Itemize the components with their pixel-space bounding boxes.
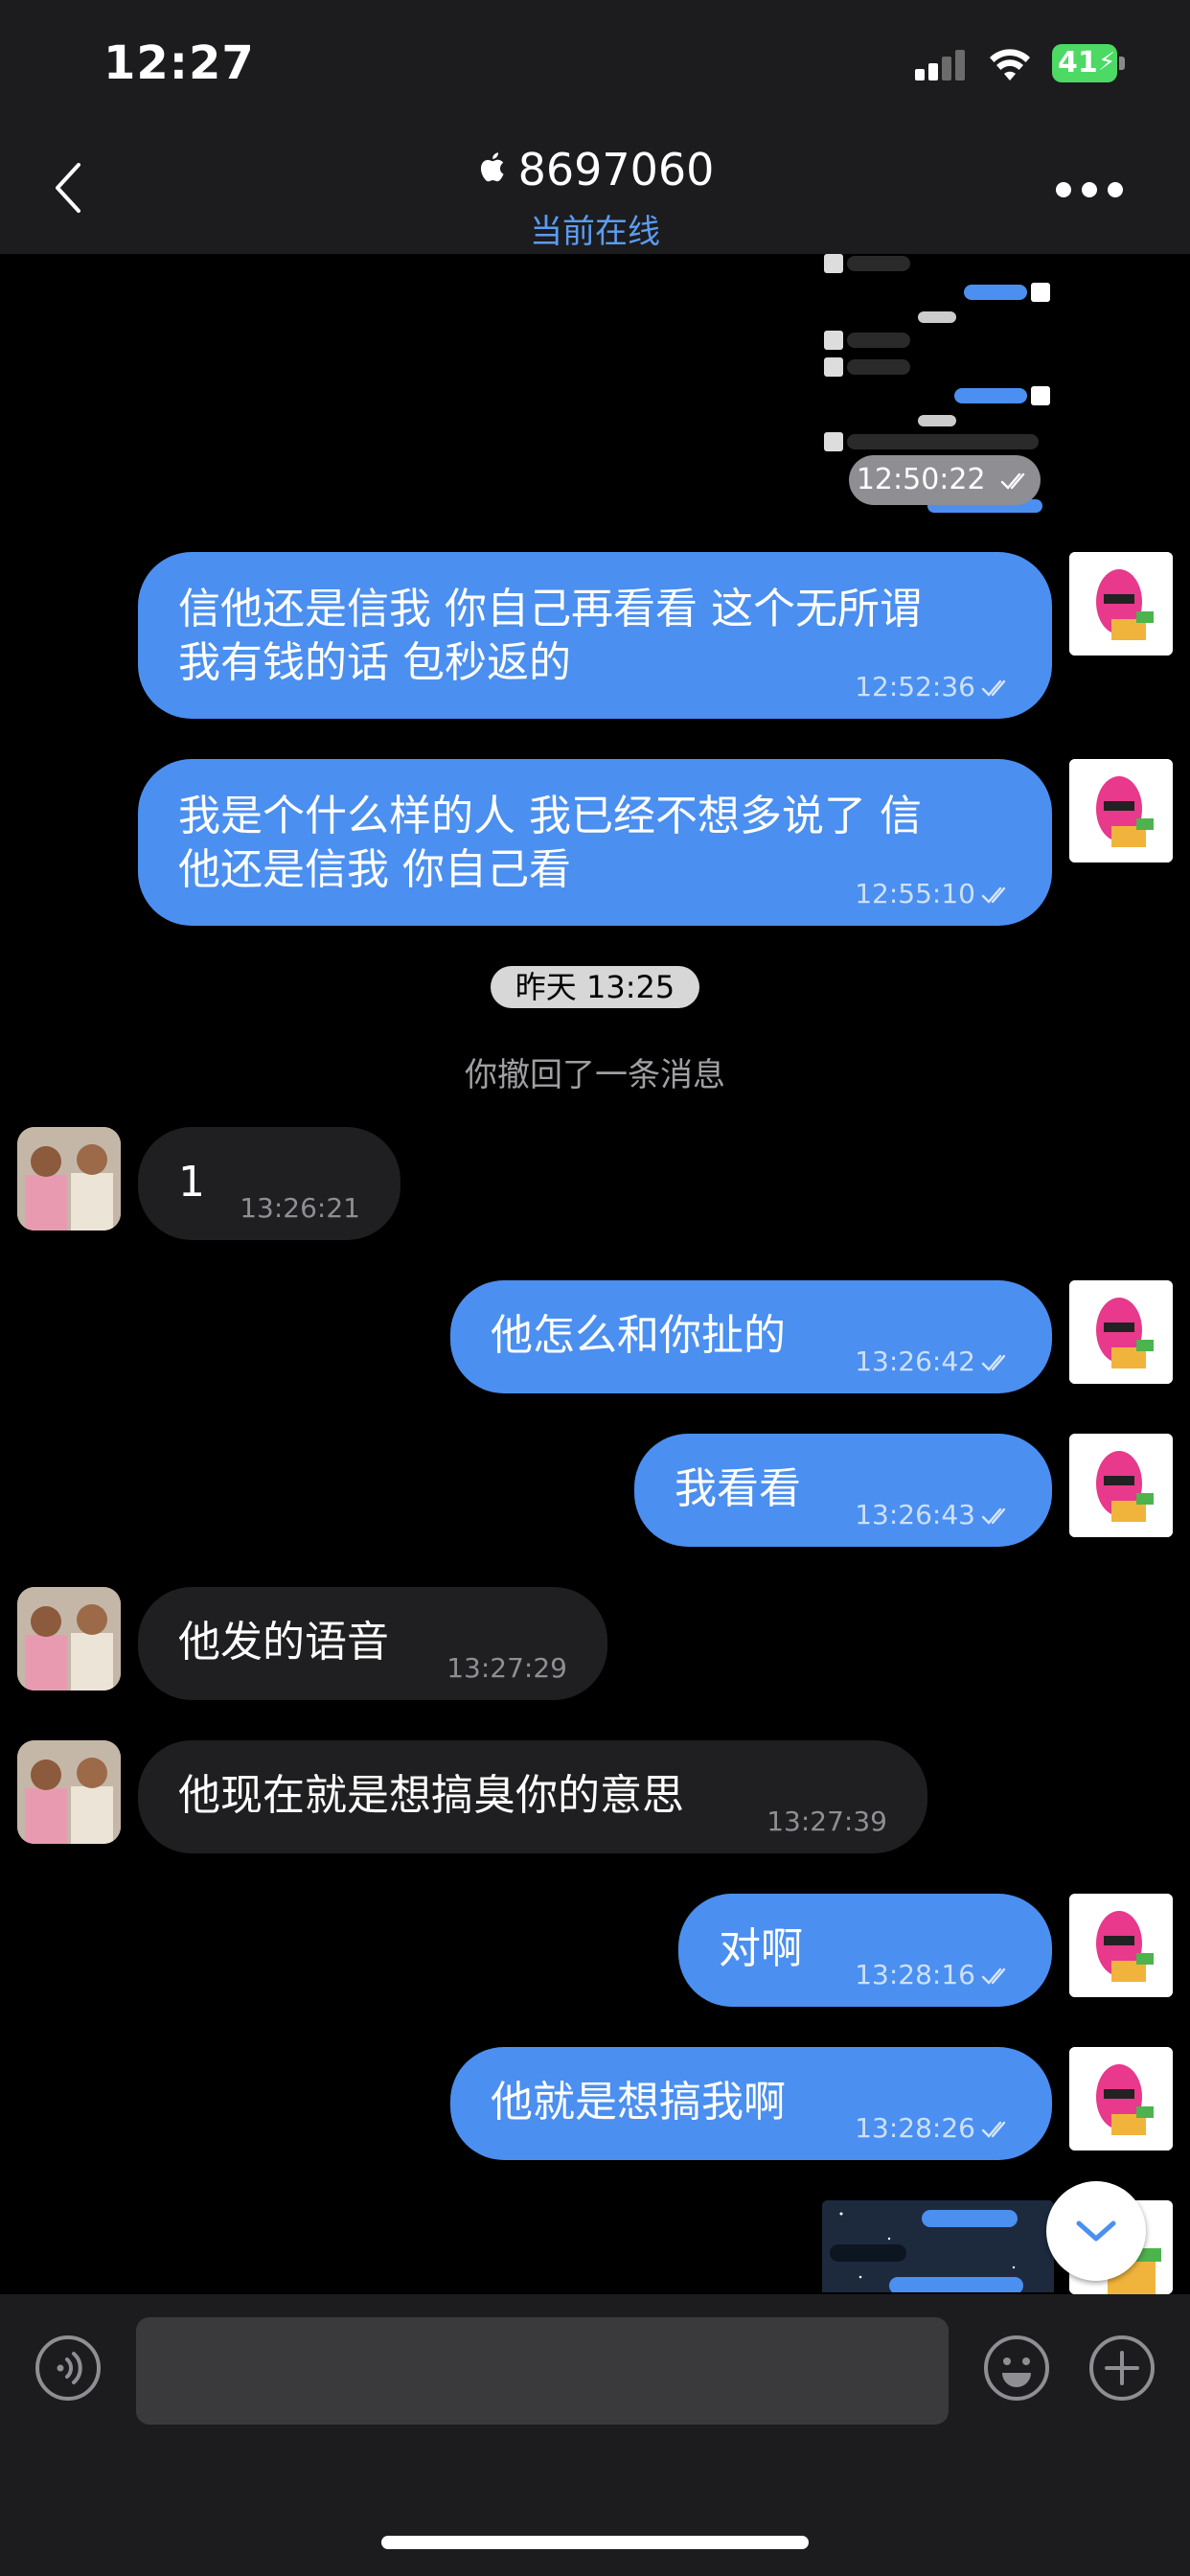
status-time: 12:27	[103, 36, 255, 90]
outgoing-message-bubble[interactable]: 他就是想搞我啊 13:28:26	[450, 2047, 1052, 2160]
voice-icon[interactable]	[34, 2334, 102, 2402]
message-text: 他现在就是想搞臭你的意思	[178, 1771, 684, 1820]
double-check-icon	[1000, 472, 1025, 490]
balaclava-avatar-image	[1069, 759, 1173, 862]
balaclava-avatar-image	[1069, 552, 1173, 656]
message-time: 13:26:21	[240, 1192, 360, 1224]
incoming-message-bubble[interactable]: 他发的语音 13:27:29	[138, 1587, 607, 1700]
wifi-icon	[990, 49, 1030, 80]
avatar[interactable]	[17, 1127, 121, 1230]
contact-avatar-image	[17, 1587, 121, 1690]
more-dots-icon[interactable]	[1056, 182, 1123, 199]
battery-level: 41	[1058, 46, 1098, 80]
message-text: 他就是想搞我啊	[491, 2078, 786, 2127]
avatar[interactable]	[1069, 552, 1173, 656]
message-time: 13:28:16	[855, 1959, 1014, 1990]
message-text: 对啊	[719, 1924, 803, 1973]
avatar[interactable]	[1069, 2047, 1173, 2150]
contact-avatar-image	[17, 1740, 121, 1844]
message-text: 他怎么和你扯的	[491, 1311, 786, 1360]
avatar[interactable]	[1069, 1280, 1173, 1384]
apple-logo-icon	[480, 152, 504, 182]
message-time: 13:26:42	[855, 1346, 1014, 1377]
message-input[interactable]	[136, 2317, 949, 2425]
message-text: 1	[178, 1158, 205, 1207]
message-text: 他发的语音	[178, 1618, 389, 1667]
outgoing-message-bubble[interactable]: 信他还是信我 你自己再看看 这个无所谓 我有钱的话 包秒返的 12:52:36	[138, 552, 1052, 719]
message-time: 12:55:10	[855, 878, 1014, 909]
avatar[interactable]	[1069, 759, 1173, 862]
avatar[interactable]	[17, 1587, 121, 1690]
double-check-icon	[981, 1967, 1006, 1985]
chat-title[interactable]: 8697060	[0, 144, 1190, 196]
outgoing-message-bubble[interactable]: 我是个什么样的人 我已经不想多说了 信 他还是信我 你自己看 12:55:10	[138, 759, 1052, 926]
plus-icon[interactable]	[1088, 2334, 1156, 2402]
contact-id: 8697060	[517, 144, 715, 196]
message-text: 我看看	[675, 1464, 801, 1513]
image-message-thumbnail[interactable]: 12:50:22	[822, 254, 1052, 513]
avatar[interactable]	[1069, 1894, 1173, 1997]
scroll-to-bottom-button[interactable]	[1046, 2181, 1146, 2281]
double-check-icon	[981, 679, 1006, 697]
double-check-icon	[981, 2121, 1006, 2138]
date-separator: 昨天 13:25	[491, 966, 699, 1008]
avatar[interactable]	[1069, 1434, 1173, 1537]
double-check-icon	[981, 1354, 1006, 1371]
home-indicator[interactable]	[381, 2536, 809, 2549]
incoming-message-bubble[interactable]: 1 13:26:21	[138, 1127, 400, 1240]
incoming-message-bubble[interactable]: 他现在就是想搞臭你的意思 13:27:39	[138, 1740, 927, 1853]
balaclava-avatar-image	[1069, 1280, 1173, 1384]
double-check-icon	[981, 886, 1006, 904]
message-time: 12:52:36	[855, 671, 1014, 702]
outgoing-message-bubble[interactable]: 他怎么和你扯的 13:26:42	[450, 1280, 1052, 1393]
outgoing-message-bubble[interactable]: 我看看 13:26:43	[634, 1434, 1052, 1547]
chevron-down-icon	[1076, 2220, 1116, 2242]
avatar[interactable]	[17, 1740, 121, 1844]
balaclava-avatar-image	[1069, 2047, 1173, 2150]
message-time: 13:27:29	[446, 1652, 567, 1684]
message-time: 13:26:43	[855, 1499, 1014, 1530]
outgoing-message-bubble[interactable]: 对啊 13:28:16	[678, 1894, 1052, 2007]
signal-icon	[915, 50, 965, 80]
image-message-thumbnail[interactable]	[822, 2200, 1054, 2292]
online-status: 当前在线	[530, 213, 660, 251]
contact-avatar-image	[17, 1127, 121, 1230]
balaclava-avatar-image	[1069, 1434, 1173, 1537]
screenshot-preview	[822, 2200, 1054, 2292]
balaclava-avatar-image	[1069, 1894, 1173, 1997]
message-time: 13:27:39	[767, 1806, 887, 1837]
image-timestamp: 12:50:22	[849, 455, 1041, 505]
message-time: 13:28:26	[855, 2112, 1014, 2144]
emoji-icon[interactable]	[983, 2334, 1050, 2402]
recall-notice: 你撤回了一条消息	[465, 1056, 725, 1094]
double-check-icon	[981, 1507, 1006, 1525]
battery-icon: 41 ⚡	[1052, 44, 1125, 82]
